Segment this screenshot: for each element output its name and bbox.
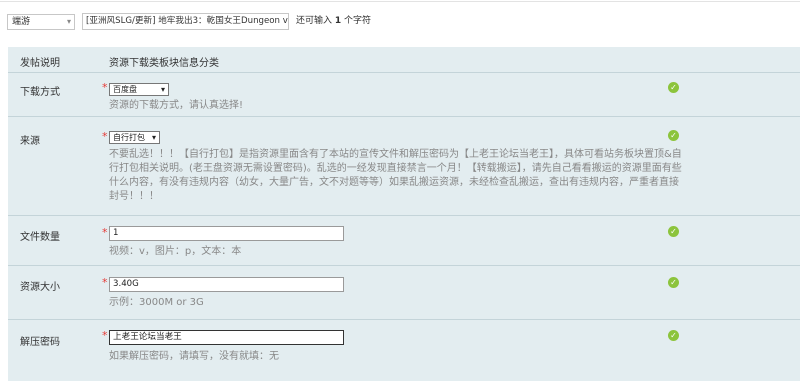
post-title-bar: 端游 ▾ [亚洲风SLG/更新] 地牢我出3：乾国女王Dungeon v1.51… bbox=[0, 0, 800, 47]
check-circle-icon: ✓ bbox=[668, 130, 679, 141]
row-label-unzip-password: 解压密码 bbox=[20, 337, 60, 348]
download-method-select[interactable]: 百度盘 ▾ bbox=[109, 83, 169, 96]
required-mark: * bbox=[102, 329, 108, 342]
chevron-down-icon: ▾ bbox=[66, 17, 71, 26]
row-label-resource-size: 资源大小 bbox=[20, 282, 60, 293]
required-mark: * bbox=[102, 226, 108, 239]
category-select[interactable]: 端游 ▾ bbox=[7, 14, 75, 30]
required-mark: * bbox=[102, 276, 108, 289]
intro-text: 资源下载类板块信息分类 bbox=[109, 58, 219, 69]
source-value: 自行打包 bbox=[113, 133, 145, 142]
resource-size-hint: 示例：3000M or 3G bbox=[109, 297, 204, 308]
check-circle-icon: ✓ bbox=[668, 330, 679, 341]
post-title-input[interactable]: [亚洲风SLG/更新] 地牢我出3：乾国女王Dungeon v1.51「 bbox=[82, 13, 289, 30]
form-row-intro: 发帖说明 资源下载类板块信息分类 bbox=[8, 47, 800, 71]
resource-size-value: 3.40G bbox=[113, 279, 139, 289]
check-circle-icon: ✓ bbox=[668, 277, 679, 288]
char-counter: 还可输入 1 个字符 bbox=[296, 14, 371, 29]
source-hint: 不要乱选！！！【自行打包】是指资源里面含有了本站的宣传文件和解压密码为【上老王论… bbox=[109, 149, 682, 202]
row-label-source: 来源 bbox=[20, 136, 40, 147]
required-mark: * bbox=[102, 130, 108, 143]
category-select-value: 端游 bbox=[12, 17, 31, 27]
resource-form: 发帖说明 资源下载类板块信息分类 下载方式 * 百度盘 ▾ 资源的下载方式，请认… bbox=[8, 47, 800, 381]
file-count-input[interactable]: 1 bbox=[109, 226, 344, 241]
download-method-value: 百度盘 bbox=[113, 85, 137, 94]
file-count-value: 1 bbox=[113, 228, 119, 238]
form-row-resource-size: 资源大小 * 3.40G 示例：3000M or 3G ✓ bbox=[8, 265, 800, 319]
chevron-down-icon: ▾ bbox=[160, 85, 165, 94]
post-title-value: [亚洲风SLG/更新] 地牢我出3：乾国女王Dungeon v1.51「 bbox=[86, 16, 288, 26]
row-label-intro: 发帖说明 bbox=[20, 58, 60, 69]
check-circle-icon: ✓ bbox=[668, 82, 679, 93]
row-label-file-count: 文件数量 bbox=[20, 232, 60, 243]
form-row-unzip-password: 解压密码 * 上老王论坛当老王 如果解压密码，请填写，没有就填：无 ✓ bbox=[8, 319, 800, 382]
file-count-hint: 视频：v，图片：p，文本：本 bbox=[109, 246, 242, 257]
divider bbox=[0, 1, 800, 2]
char-counter-prefix: 还可输入 bbox=[296, 16, 333, 26]
check-circle-icon: ✓ bbox=[668, 226, 679, 237]
download-method-hint: 资源的下载方式，请认真选择! bbox=[109, 100, 244, 111]
unzip-password-input[interactable]: 上老王论坛当老王 bbox=[109, 330, 344, 345]
row-label-download-method: 下载方式 bbox=[20, 87, 60, 98]
form-row-file-count: 文件数量 * 1 视频：v，图片：p，文本：本 ✓ bbox=[8, 215, 800, 265]
char-counter-suffix: 个字符 bbox=[344, 16, 372, 26]
required-mark: * bbox=[102, 81, 108, 94]
char-counter-number: 1 bbox=[334, 16, 342, 26]
source-select[interactable]: 自行打包 ▾ bbox=[109, 131, 160, 144]
unzip-password-value: 上老王论坛当老王 bbox=[113, 332, 182, 342]
resource-size-input[interactable]: 3.40G bbox=[109, 277, 344, 292]
unzip-password-hint: 如果解压密码，请填写，没有就填：无 bbox=[109, 351, 279, 362]
form-row-download-method: 下载方式 * 百度盘 ▾ 资源的下载方式，请认真选择! ✓ bbox=[8, 72, 800, 116]
chevron-down-icon: ▾ bbox=[151, 133, 156, 142]
